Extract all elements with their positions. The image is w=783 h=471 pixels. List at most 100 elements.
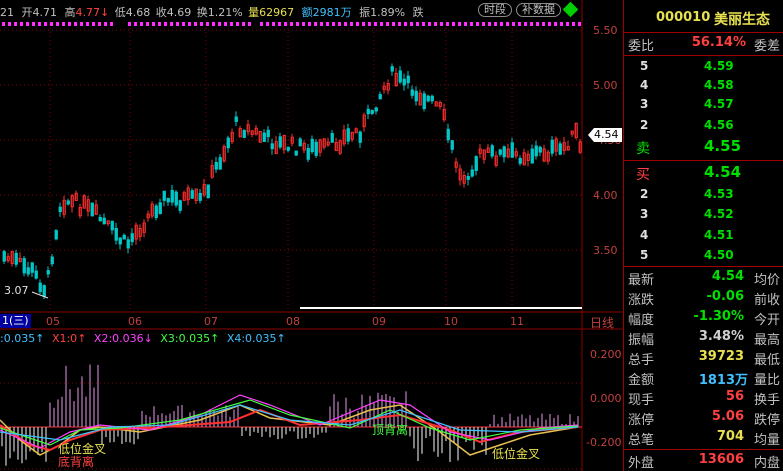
candle-body: [306, 147, 310, 160]
signal-marker: [476, 22, 479, 26]
stat-label: 涨跌: [628, 293, 655, 308]
month-label: 06: [128, 315, 142, 328]
sell1-price: 4.55: [704, 137, 742, 155]
signal-marker: [146, 22, 149, 26]
candle-body: [66, 200, 70, 205]
weibi-row: 委比 56.14% 委差: [624, 34, 783, 54]
sell-level-row: 5 4.59: [624, 57, 783, 76]
indicator-x3: X3:0.035: [160, 332, 211, 345]
sell-level-row: 2 4.56: [624, 116, 783, 135]
stat-label: 金额: [628, 373, 655, 388]
signal-marker: [158, 22, 161, 26]
timeframe-label[interactable]: 日线: [590, 314, 614, 331]
signal-marker: [200, 22, 203, 26]
candle-body: [102, 217, 106, 225]
candle-body: [110, 220, 114, 231]
signal-marker: [518, 22, 521, 26]
candle-body: [126, 239, 130, 249]
period-tab[interactable]: 1(三): [0, 314, 31, 328]
signal-marker: [314, 22, 317, 26]
month-label: 08: [286, 315, 300, 328]
signal-marker: [566, 22, 569, 26]
signal-marker: [248, 22, 251, 26]
candle-body: [390, 66, 394, 72]
signal-marker: [380, 22, 383, 26]
signal-marker: [242, 22, 245, 26]
indicator-x1-arrow: ↑: [77, 332, 87, 345]
stat-label2: 今开: [753, 313, 780, 328]
signal-marker: [356, 22, 359, 26]
stat-label2: 均价: [753, 273, 780, 288]
signal-marker: [260, 22, 263, 26]
sell-price: 4.57: [704, 97, 734, 111]
signal-marker: [188, 22, 191, 26]
divider: [624, 55, 783, 56]
buy-level: 5: [640, 248, 649, 262]
indicator-x0-value: 0.035: [3, 332, 36, 345]
indicator-axis-label: 0.000: [590, 392, 622, 405]
signal-marker: [362, 22, 365, 26]
stat-row: 总笔 704 均量: [624, 428, 783, 448]
signal-marker: [272, 22, 275, 26]
signal-marker: [194, 22, 197, 26]
candle-body: [466, 176, 470, 180]
signal-marker: [560, 22, 563, 26]
up-arrow-icon: ↑: [35, 332, 45, 345]
candle-body: [530, 148, 534, 164]
candle-body: [474, 156, 478, 171]
signal-marker: [62, 22, 65, 26]
candle-body: [398, 70, 402, 83]
candle-body: [130, 233, 134, 243]
signal-marker: [506, 22, 509, 26]
candle-body: [470, 169, 474, 177]
buy-price: 4.51: [704, 228, 734, 242]
stock-name: 美丽生态: [714, 12, 770, 28]
indicator-x2: X2:0.036: [93, 332, 144, 345]
signal-marker: [110, 22, 113, 26]
candle-body: [22, 258, 26, 274]
signal-marker: [452, 22, 455, 26]
sell-price: 4.59: [704, 59, 734, 73]
signal-marker: [56, 22, 59, 26]
signal-marker: [524, 22, 527, 26]
month-label: 09: [372, 315, 386, 328]
price-axis-label: 4.00: [593, 189, 618, 202]
divider: [624, 449, 783, 450]
indicator-x1: X1:0: [51, 332, 78, 345]
candle-body: [50, 256, 54, 265]
signal-marker: [218, 22, 221, 26]
stat-value: 56: [725, 389, 744, 404]
signal-marker: [266, 22, 269, 26]
sell-level: 4: [640, 78, 649, 92]
stat-value: 3.48%: [698, 329, 744, 344]
candle-body: [2, 251, 6, 262]
signal-marker: [572, 22, 575, 26]
signal-marker: [50, 22, 53, 26]
sell-level: 3: [640, 97, 649, 111]
sell-level: 2: [640, 118, 649, 132]
signal-marker: [392, 22, 395, 26]
buy-price: 4.53: [704, 187, 734, 201]
sell-level-row: 3 4.57: [624, 95, 783, 114]
signal-marker: [26, 22, 29, 26]
signal-marker: [446, 22, 449, 26]
candle-body: [498, 149, 502, 155]
signal-marker: [410, 22, 413, 26]
signal-marker: [236, 22, 239, 26]
stat-row: 振幅 3.48% 最高: [624, 328, 783, 348]
indicator-x3-arrow: ↑: [210, 332, 220, 345]
signal-marker: [542, 22, 545, 26]
stat-label: 幅度: [628, 313, 655, 328]
signal-marker: [104, 22, 107, 26]
candle-body: [358, 131, 362, 143]
candle-body: [54, 230, 58, 240]
chart-area[interactable]: 21 开4.71 高4.77↓ 低4.68 收4.69 换1.21% 量6296…: [0, 0, 622, 471]
candle-body: [90, 202, 94, 217]
stat-label: 总笔: [628, 433, 655, 448]
kline-chart[interactable]: [0, 0, 622, 471]
signal-marker: [512, 22, 515, 26]
stat-row: 总手 39723 最低: [624, 348, 783, 368]
candle-body: [430, 95, 434, 102]
buy-level-row: 5 4.50: [624, 246, 783, 265]
candle-body: [426, 95, 430, 102]
